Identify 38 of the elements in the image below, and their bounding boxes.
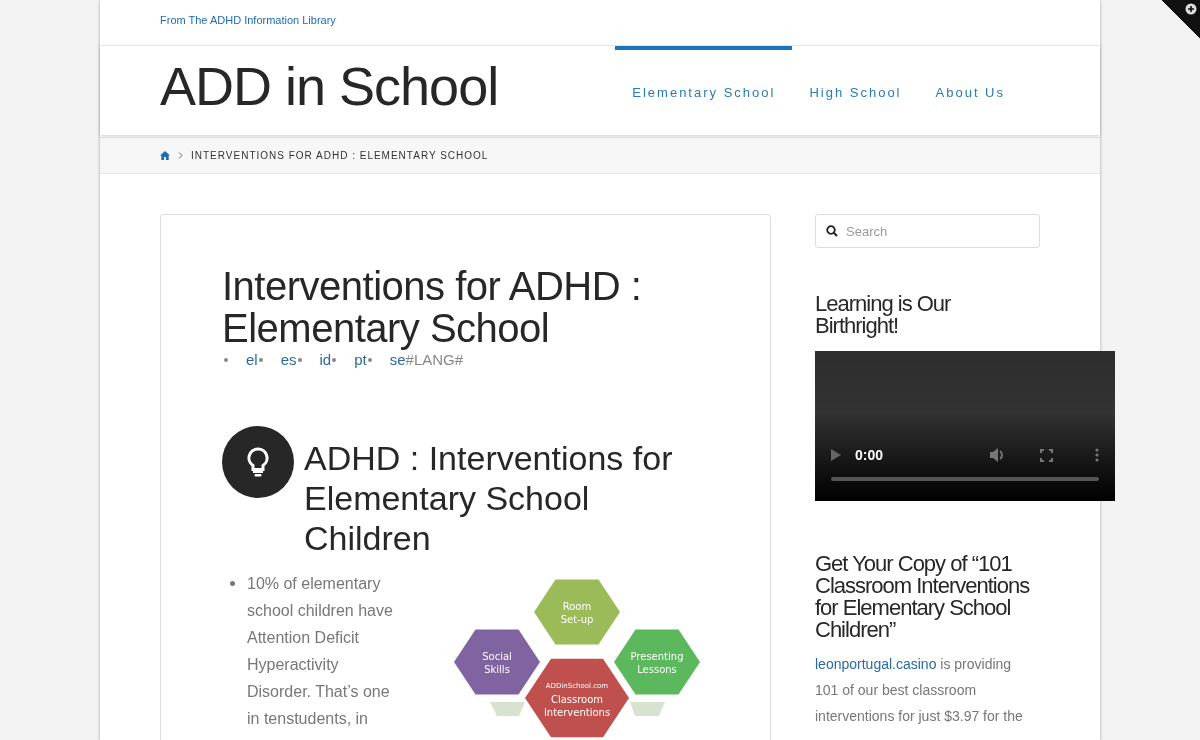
chevron-icon	[178, 152, 183, 159]
widget-heading: Learning is Our Birthright!	[815, 293, 952, 337]
site-title[interactable]: ADD in School	[160, 54, 499, 117]
search-field[interactable]: Search	[815, 214, 1040, 248]
language-link[interactable]: id	[319, 351, 332, 368]
language-link[interactable]: el	[246, 351, 258, 368]
bullet-text: 10% of elementary school children have Attention Deficit Hyperactivity Disorder. That’s one in tenstudents, in	[247, 574, 394, 729]
nav-link[interactable]: About Us	[918, 46, 1022, 135]
bullet-dot	[367, 357, 372, 362]
language-link[interactable]: se	[389, 351, 406, 368]
home-icon[interactable]	[160, 151, 170, 160]
video-time: 0:00	[855, 447, 885, 463]
connector-shape	[490, 702, 525, 716]
bullet-dot	[230, 581, 235, 586]
promo-paragraph: leonportugal.casino is providing 101 of our best classroom interventions for just $3.97 for the	[815, 655, 1024, 726]
connector-shape	[630, 702, 665, 716]
section-heading: ADHD : Interventions for Elementary School Children	[304, 438, 674, 558]
fullscreen-icon[interactable]	[1040, 448, 1053, 462]
bullet-dot	[258, 357, 263, 362]
language-code-text: #LANG#	[405, 351, 464, 368]
video-progress-track[interactable]	[831, 477, 1099, 481]
tagline-link[interactable]: From The ADHD Information Library	[160, 13, 336, 26]
bullet-dot	[297, 357, 302, 362]
article-title: Interventions for ADHD : Elementary School	[222, 265, 643, 349]
more-icon[interactable]	[1095, 448, 1099, 462]
video-player[interactable]: 0:00	[815, 351, 1115, 501]
nav-link[interactable]: High School	[792, 46, 919, 135]
language-link[interactable]: pt	[354, 351, 367, 368]
bullet-dot	[332, 357, 337, 362]
language-link[interactable]: es	[280, 351, 297, 368]
search-icon	[826, 225, 838, 237]
breadcrumb-current: INTERVENTIONS FOR ADHD : ELEMENTARY SCHOOL	[191, 150, 489, 161]
volume-icon[interactable]	[990, 448, 1006, 462]
bullet-dot	[224, 357, 228, 362]
plus-icon[interactable]	[1185, 3, 1197, 15]
play-icon[interactable]	[831, 449, 841, 461]
widget-heading: Get Your Copy of “101 Classroom Interventions for Elementary School Children”	[815, 553, 1031, 641]
promo-link[interactable]: leonportugal.casino	[815, 656, 937, 672]
